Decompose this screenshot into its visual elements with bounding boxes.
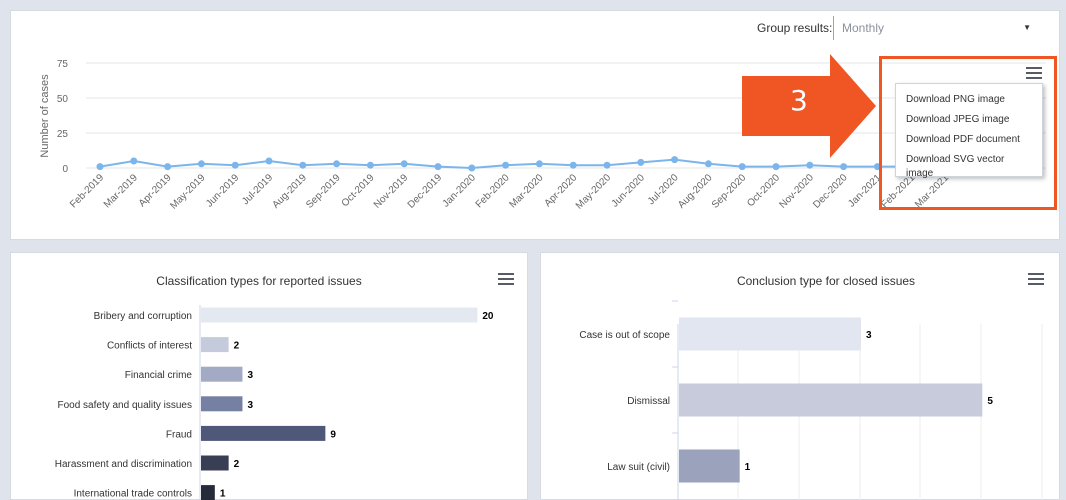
bar xyxy=(201,485,215,500)
data-label: 3 xyxy=(247,400,253,411)
category-label: Bribery and corruption xyxy=(94,311,192,322)
category-label: Law suit (civil) xyxy=(607,462,670,473)
bar xyxy=(679,449,740,483)
data-label: 5 xyxy=(987,396,993,407)
highlight-box xyxy=(879,56,1057,210)
category-label: Harassment and discrimination xyxy=(55,459,192,470)
data-label: 20 xyxy=(482,311,494,322)
bar xyxy=(201,396,243,412)
bar xyxy=(201,307,478,323)
conclusion-bar-chart: Case is out of scope 3 Dismissal 5 Law suit … xyxy=(579,300,1043,500)
callout-number: 3 xyxy=(790,84,808,117)
data-label: 1 xyxy=(745,462,751,473)
category-label: Financial crime xyxy=(125,370,193,381)
bar xyxy=(201,455,229,471)
data-label: 2 xyxy=(234,341,240,352)
category-label: Dismissal xyxy=(627,396,670,407)
data-label: 9 xyxy=(330,429,336,440)
classification-bar-chart: Bribery and corruption 20 Conflicts of int… xyxy=(55,305,494,500)
data-label: 2 xyxy=(234,459,240,470)
category-label: International trade controls xyxy=(74,489,192,500)
data-label: 3 xyxy=(866,330,872,341)
category-label: Case is out of scope xyxy=(579,330,670,341)
category-label: Conflicts of interest xyxy=(107,341,192,352)
bar xyxy=(201,366,243,382)
category-label: Food safety and quality issues xyxy=(57,400,192,411)
category-label: Fraud xyxy=(166,429,192,440)
data-label: 1 xyxy=(220,489,226,500)
bar xyxy=(679,383,983,417)
bar xyxy=(679,317,861,351)
bar xyxy=(201,337,229,353)
bar xyxy=(201,425,326,441)
data-label: 3 xyxy=(247,370,253,381)
